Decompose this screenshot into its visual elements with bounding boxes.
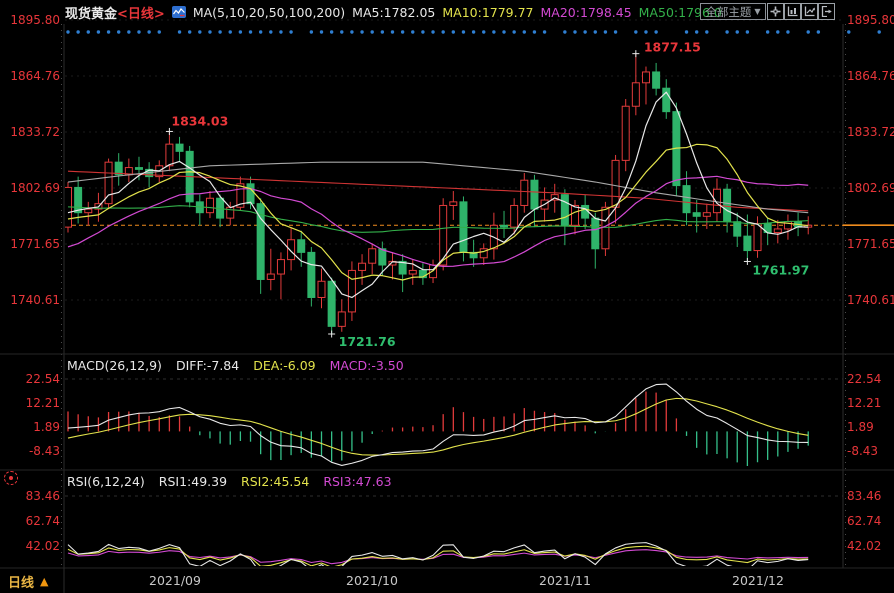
rsi3-value: RSI3:47.63: [323, 474, 392, 489]
rsi1-value: RSI1:49.39: [158, 474, 228, 489]
pan-crosshair-icon[interactable]: [767, 3, 784, 20]
price-axis-label: 42.02: [25, 539, 60, 553]
event-dot-row: [66, 30, 881, 34]
x-axis-month-label: 2021/10: [346, 573, 398, 588]
ma10-value: MA10:1779.77: [442, 4, 534, 20]
price-axis-label: 83.46: [847, 489, 882, 503]
svg-text:1877.15: 1877.15: [644, 40, 701, 55]
price-axis-label: 12.21: [847, 396, 882, 410]
price-axis-label: 1833.72: [847, 125, 894, 139]
macd-macd-value: MACD:-3.50: [329, 358, 404, 373]
symbol-name: 现货黄金<日线>: [65, 6, 165, 22]
price-axis-label: 1833.72: [10, 125, 60, 139]
price-axis-label: 1864.76: [847, 69, 894, 83]
annotation-low-marker: 1761.97: [743, 257, 809, 277]
rsi2-value: RSI2:45.54: [241, 474, 310, 489]
annotation-low-marker: 1721.76: [328, 330, 396, 349]
macd-label-row: MACD(26,12,9) DIFF:-7.84 DEA:-6.09 MACD:…: [67, 358, 404, 373]
trading-chart-window: 1834.03 1877.15 1721.76 1761.97 现货黄金<日线>…: [0, 0, 894, 593]
x-axis-month-label: 2021/11: [539, 573, 591, 588]
svg-text:1834.03: 1834.03: [171, 113, 228, 128]
indicator-settings-icon[interactable]: [4, 471, 18, 485]
macd-title: MACD(26,12,9): [67, 358, 162, 373]
period-selector[interactable]: 日线 ▲: [8, 572, 48, 591]
ma50-line: [67, 205, 809, 233]
ma20-value: MA20:1798.45: [540, 4, 632, 20]
theme-dropdown-button[interactable]: 全部主题 ▼: [700, 3, 766, 20]
price-axis-label: -8.43: [28, 444, 60, 458]
price-annotations: 1834.03 1877.15 1721.76 1761.97: [165, 40, 809, 349]
price-axis-label: 22.54: [847, 372, 882, 386]
price-axis-label: 1740.61: [10, 293, 60, 307]
price-axis-label: 83.46: [25, 489, 60, 503]
x-axis-month-label: 2021/09: [149, 573, 201, 588]
svg-text:1721.76: 1721.76: [339, 334, 396, 349]
axis-zoom-icon[interactable]: [784, 3, 801, 20]
price-axis-label: 1895.80: [847, 13, 894, 27]
candlestick-series: [65, 53, 813, 334]
rsi-lines: [67, 542, 809, 566]
chart-canvas[interactable]: 1834.03 1877.15 1721.76 1761.97: [0, 0, 894, 593]
exit-panel-icon[interactable]: [818, 3, 835, 20]
triangle-up-icon: ▲: [40, 575, 49, 588]
price-axis-label: 1.89: [33, 420, 60, 434]
x-axis-month-label: 2021/12: [732, 573, 784, 588]
price-axis-label: 22.54: [25, 372, 60, 386]
annotation-high-marker: 1877.15: [632, 40, 701, 58]
price-axis-label: 1802.69: [10, 181, 60, 195]
price-axis-label: 1.89: [847, 420, 874, 434]
price-axis-label: 1740.61: [847, 293, 894, 307]
chart-frame: [0, 19, 894, 593]
price-axis-label: 1771.65: [10, 237, 60, 251]
chevron-down-icon: ▼: [754, 7, 761, 16]
macd-dea-value: DEA:-6.09: [253, 358, 316, 373]
price-axis-label: 1802.69: [847, 181, 894, 195]
ma200-line: [67, 170, 809, 212]
price-axis-label: 1864.76: [10, 69, 60, 83]
svg-text:1761.97: 1761.97: [752, 262, 809, 277]
ma5-value: MA5:1782.05: [352, 4, 436, 20]
price-axis-label: 1895.80: [10, 13, 60, 27]
macd-diff-value: DIFF:-7.84: [175, 358, 240, 373]
price-axis-label: 42.02: [847, 539, 882, 553]
price-axis-label: 12.21: [25, 396, 60, 410]
rsi3-line: [67, 549, 809, 565]
price-axis-label: -8.43: [847, 444, 879, 458]
chart-header: 现货黄金<日线> MA(5,10,20,50,100,200) MA5:1782…: [65, 3, 722, 22]
price-axis-label: 62.74: [25, 514, 60, 528]
macd-histogram: [67, 391, 809, 467]
price-axis-label: 62.74: [847, 514, 882, 528]
rsi-title: RSI(6,12,24): [67, 474, 145, 489]
axis-pointer-icon[interactable]: [801, 3, 818, 20]
rsi-label-row: RSI(6,12,24) RSI1:49.39 RSI2:45.54 RSI3:…: [67, 474, 392, 489]
kline-logo-icon: [171, 6, 186, 18]
rsi1-line: [67, 542, 809, 566]
ma-settings-label: MA(5,10,20,50,100,200): [192, 4, 346, 20]
price-axis-label: 1771.65: [847, 237, 894, 251]
